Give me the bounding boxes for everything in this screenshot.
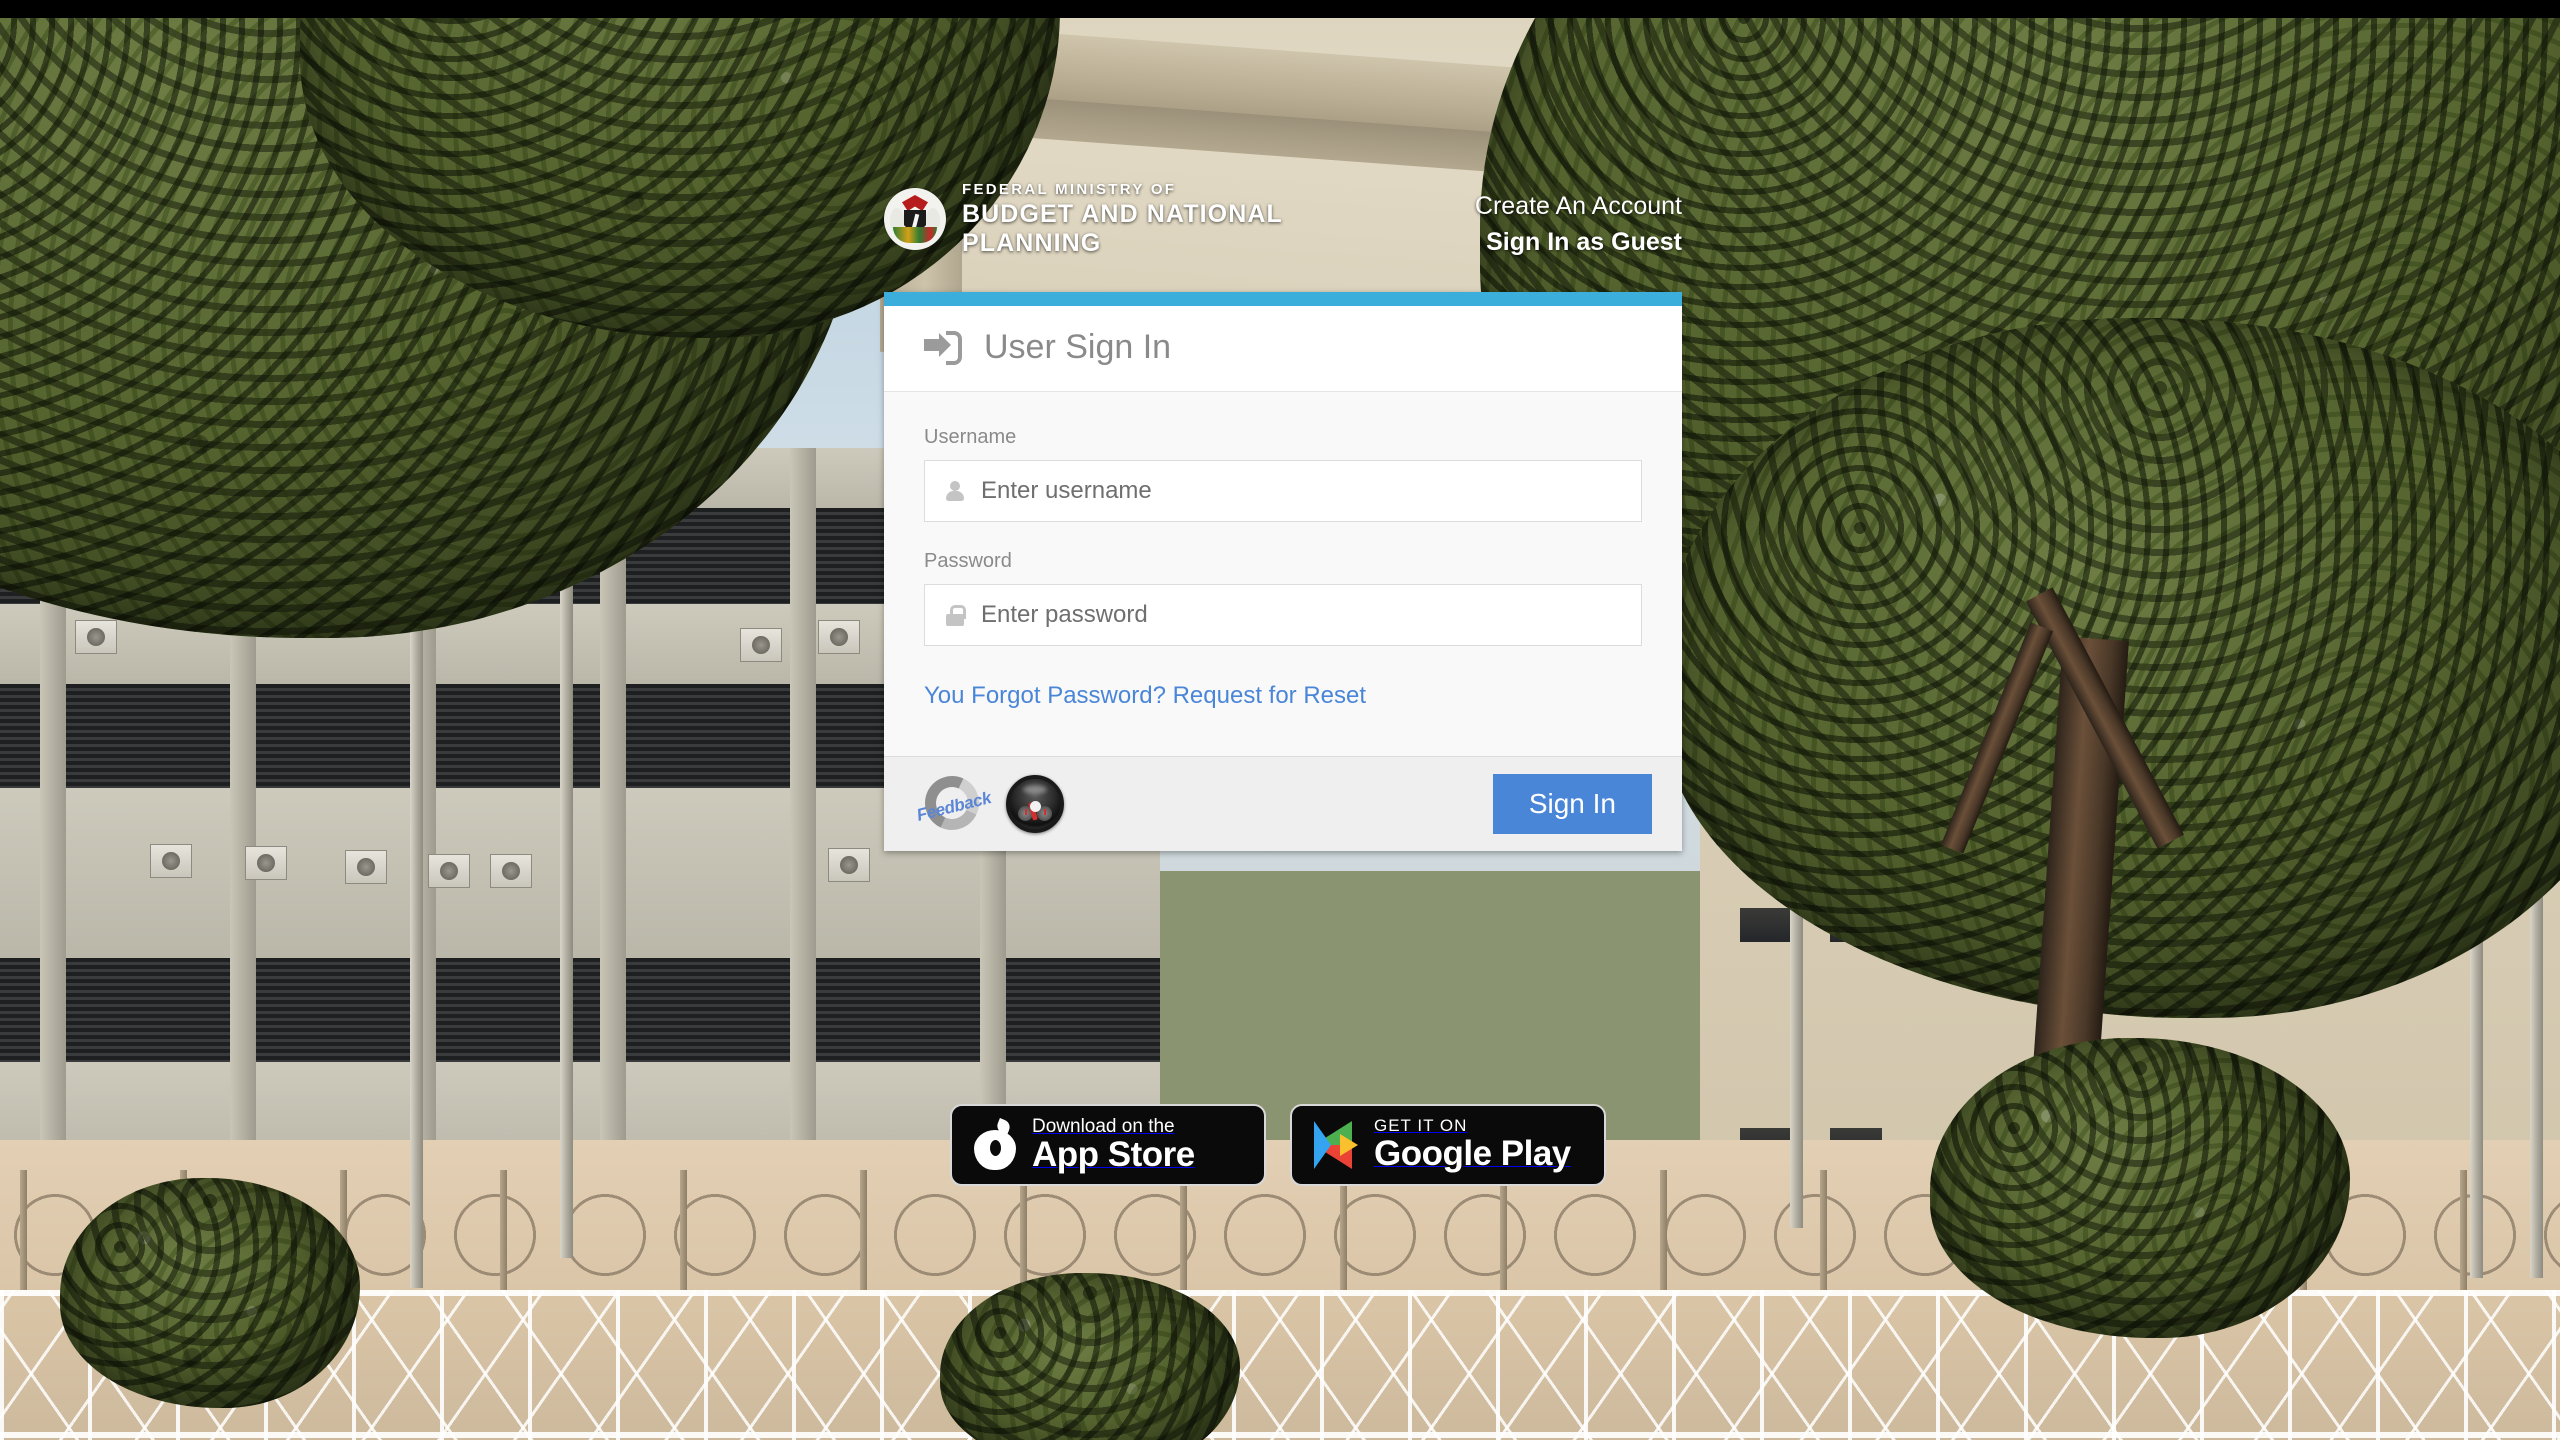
brand-logo: FEDERAL MINISTRY OF BUDGET AND NATIONAL … bbox=[884, 182, 1283, 256]
google-play-large-text: Google Play bbox=[1374, 1134, 1571, 1174]
card-accent-bar bbox=[884, 292, 1682, 306]
lock-icon bbox=[943, 604, 967, 626]
username-field[interactable] bbox=[924, 460, 1642, 522]
username-label: Username bbox=[924, 426, 1017, 448]
feedback-icon[interactable]: Feedback bbox=[914, 768, 993, 838]
google-play-badge[interactable]: GET IT ON Google Play bbox=[1290, 1104, 1606, 1186]
shrub-left bbox=[60, 1178, 360, 1408]
forgot-password-link[interactable]: You Forgot Password? Request for Reset bbox=[924, 682, 1366, 710]
speedometer-icon[interactable] bbox=[1006, 775, 1064, 833]
username-input[interactable] bbox=[981, 477, 1623, 505]
sign-in-button[interactable]: Sign In bbox=[1492, 774, 1652, 834]
card-footer: Feedback Sign In bbox=[884, 756, 1682, 851]
apple-icon bbox=[974, 1118, 1016, 1170]
sign-in-icon bbox=[924, 330, 962, 365]
app-store-large-text: App Store bbox=[1032, 1134, 1195, 1174]
footer-icons: Feedback bbox=[914, 768, 1064, 838]
nigeria-coat-of-arms-icon bbox=[884, 188, 946, 250]
store-badges: Download on the App Store GET IT ON Goog… bbox=[950, 1104, 1606, 1186]
password-input[interactable] bbox=[981, 601, 1623, 629]
sign-in-card: User Sign In Username Password You Forgo… bbox=[884, 292, 1682, 851]
create-account-link[interactable]: Create An Account bbox=[1420, 188, 1682, 224]
card-title: User Sign In bbox=[984, 328, 1172, 366]
brand-line-1: FEDERAL MINISTRY OF bbox=[962, 181, 1177, 198]
password-field[interactable] bbox=[924, 584, 1642, 646]
google-play-small-text: GET IT ON bbox=[1374, 1116, 1468, 1136]
sign-in-as-guest-link[interactable]: Sign In as Guest bbox=[1420, 224, 1682, 260]
card-body: Username Password You Forgot Password? R… bbox=[884, 392, 1682, 756]
card-header: User Sign In bbox=[884, 306, 1682, 392]
password-label: Password bbox=[924, 550, 1012, 572]
brand-line-2: BUDGET AND NATIONAL bbox=[962, 200, 1283, 228]
top-links: Create An Account Sign In as Guest bbox=[1420, 188, 1682, 261]
tree-canopy-low bbox=[1930, 1038, 2350, 1338]
app-store-badge[interactable]: Download on the App Store bbox=[950, 1104, 1266, 1186]
user-icon bbox=[943, 481, 967, 501]
brand-line-3: PLANNING bbox=[962, 229, 1102, 257]
brand-text: FEDERAL MINISTRY OF BUDGET AND NATIONAL … bbox=[962, 182, 1283, 256]
app-store-small-text: Download on the bbox=[1032, 1115, 1175, 1137]
google-play-icon bbox=[1314, 1121, 1358, 1169]
